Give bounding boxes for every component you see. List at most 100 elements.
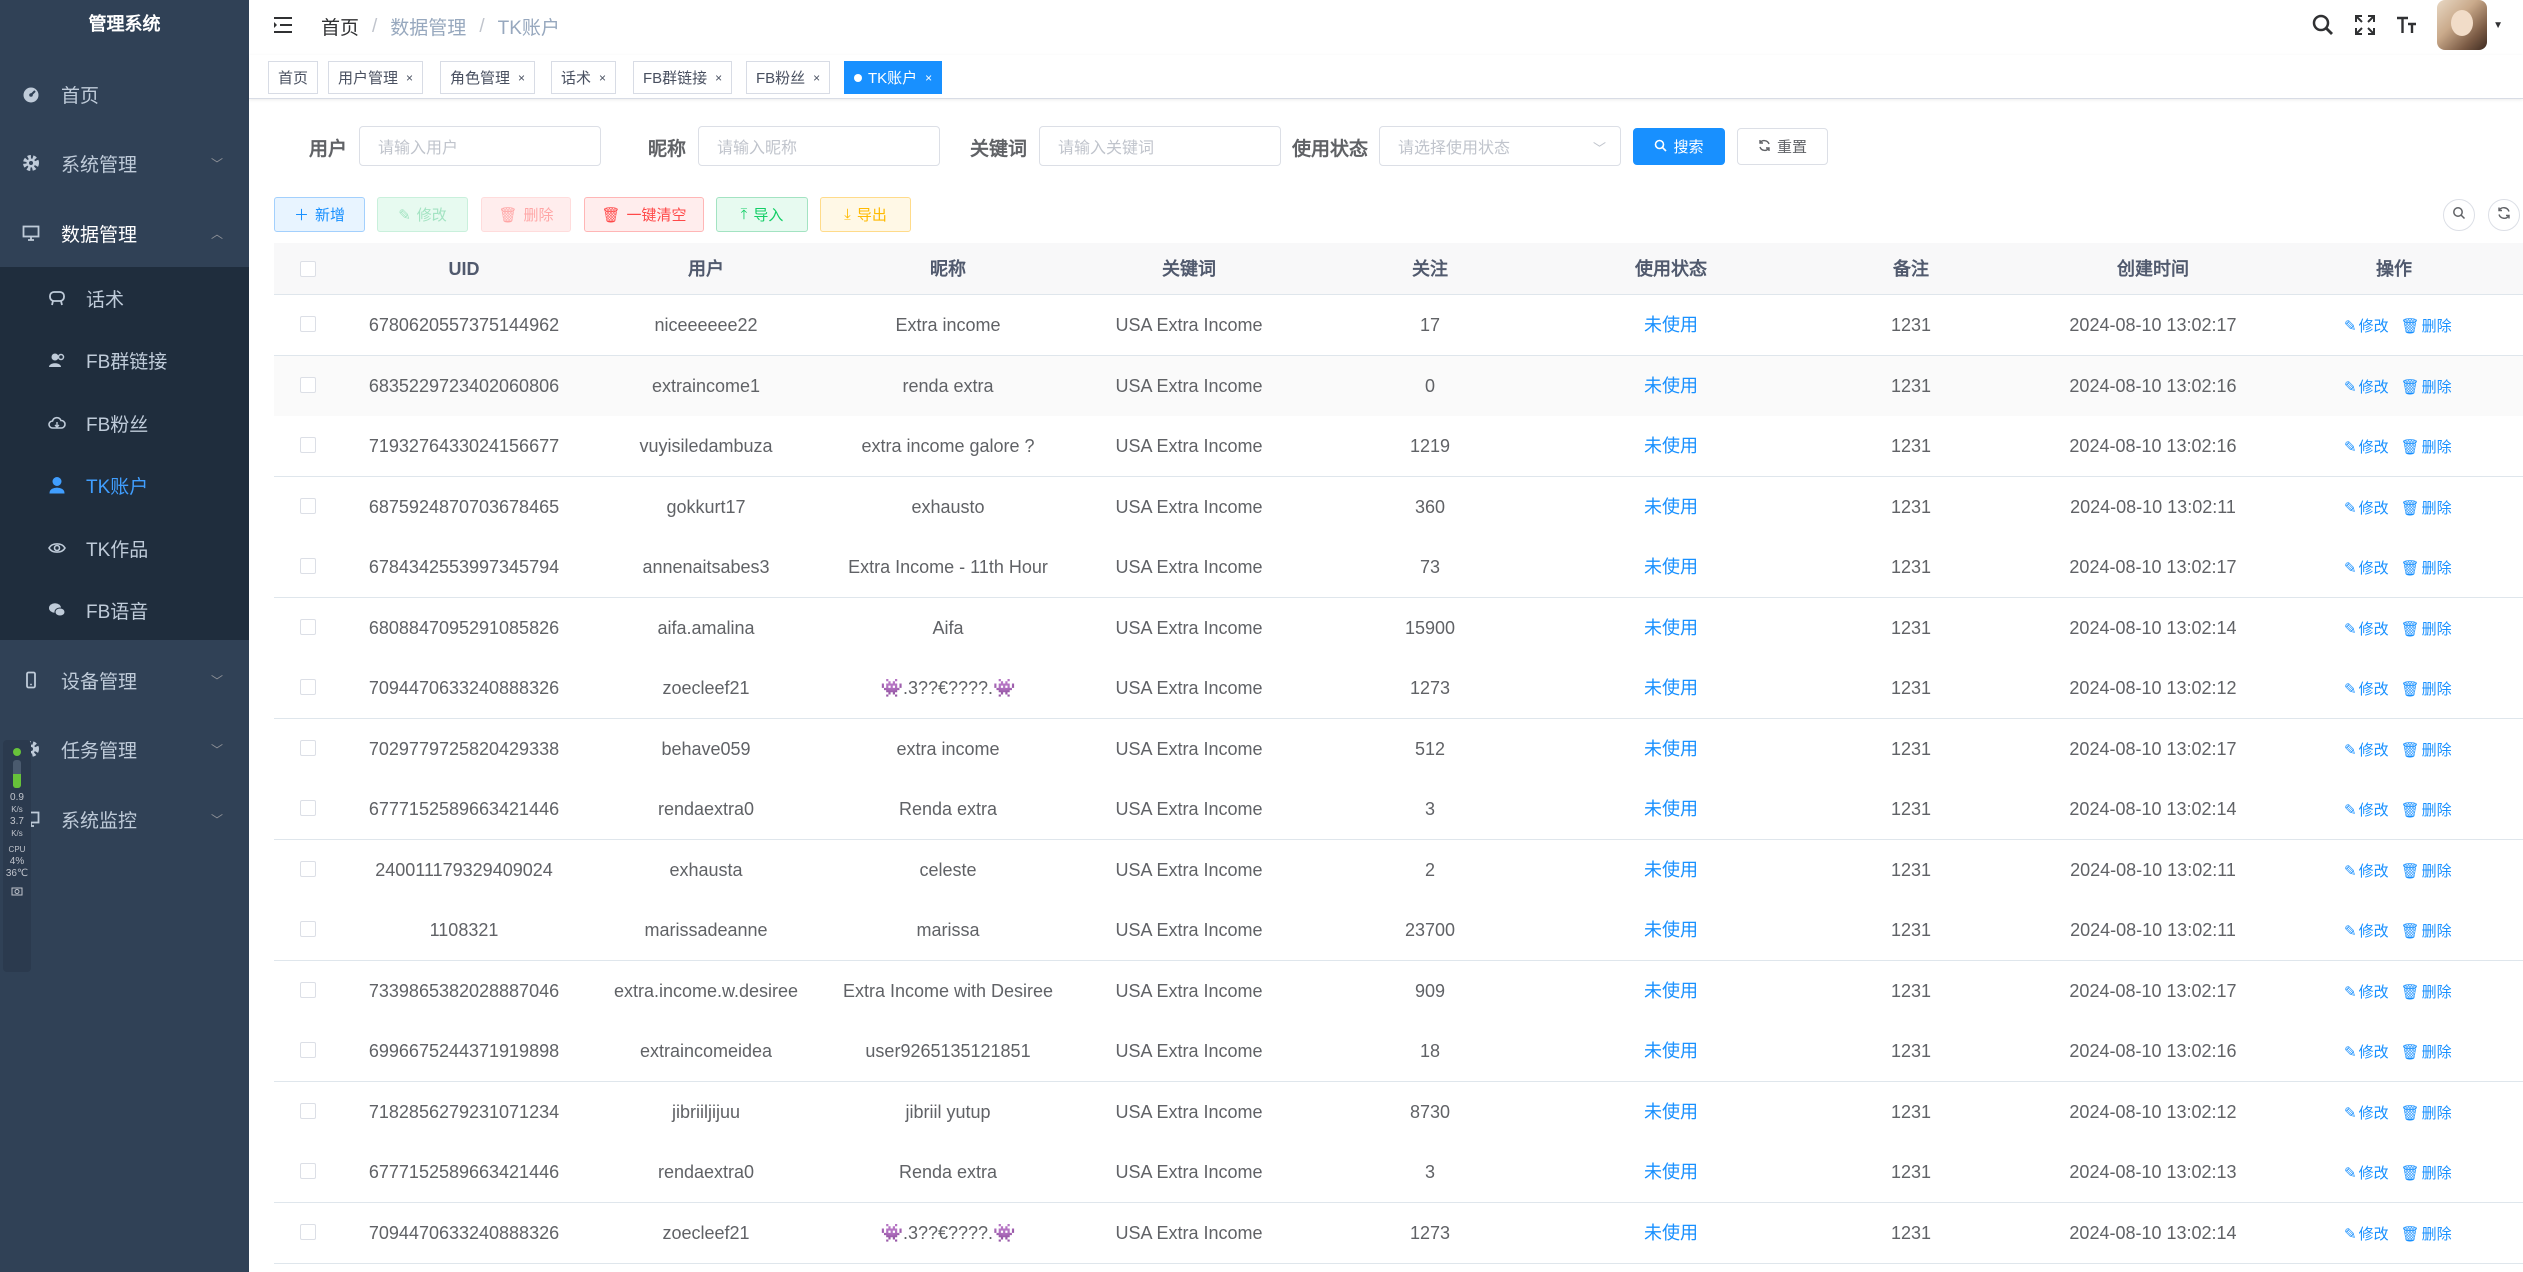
close-icon[interactable]: × — [518, 71, 525, 85]
row-checkbox[interactable] — [300, 1224, 316, 1240]
row-checkbox[interactable] — [300, 316, 316, 332]
sidebar-item-tasks[interactable]: 任务管理 ﹀ — [0, 714, 249, 784]
row-delete-link[interactable]: 🗑 删除 — [2401, 678, 2452, 699]
row-delete-link[interactable]: 🗑 删除 — [2401, 1041, 2452, 1062]
table-row[interactable]: 6835229723402060806 extraincome1 renda ext… — [274, 356, 2523, 417]
table-row[interactable]: 240011179329409024 exhausta celeste USA Ext… — [274, 840, 2523, 901]
row-edit-link[interactable]: ✎ 修改 — [2344, 497, 2389, 518]
row-checkbox[interactable] — [300, 377, 316, 393]
row-delete-link[interactable]: 🗑 删除 — [2401, 497, 2452, 518]
row-delete-link[interactable]: 🗑 删除 — [2401, 436, 2452, 457]
row-checkbox[interactable] — [300, 437, 316, 453]
row-edit-link[interactable]: ✎ 修改 — [2344, 981, 2389, 1002]
row-delete-link[interactable]: 🗑 删除 — [2401, 618, 2452, 639]
row-edit-link[interactable]: ✎ 修改 — [2344, 860, 2389, 881]
select-all-checkbox[interactable] — [300, 261, 316, 277]
delete-button[interactable]: 🗑 删除 — [481, 197, 571, 232]
table-row[interactable]: 7094470633240888326 zoecleef21 👾.3??€????.… — [274, 658, 2523, 719]
nickname-input[interactable]: 请输入昵称 — [698, 126, 940, 166]
row-delete-link[interactable]: 🗑 删除 — [2401, 860, 2452, 881]
sidebar-item-devices[interactable]: 设备管理 ﹀ — [0, 645, 249, 715]
row-checkbox[interactable] — [300, 1103, 316, 1119]
search-button[interactable]: 搜索 — [1633, 128, 1725, 165]
table-row[interactable]: 7193276433024156677 vuyisiledambuza extra … — [274, 416, 2523, 477]
row-edit-link[interactable]: ✎ 修改 — [2344, 1162, 2389, 1183]
sidebar-item-tk-accounts[interactable]: TK账户 — [0, 454, 249, 516]
user-input[interactable]: 请输入用户 — [359, 126, 601, 166]
tag-role-management[interactable]: 角色管理 × — [440, 61, 536, 94]
row-edit-link[interactable]: ✎ 修改 — [2344, 557, 2389, 578]
row-edit-link[interactable]: ✎ 修改 — [2344, 315, 2389, 336]
row-delete-link[interactable]: 🗑 删除 — [2401, 920, 2452, 941]
row-delete-link[interactable]: 🗑 删除 — [2401, 1223, 2452, 1244]
table-row[interactable]: 7094470633240888326 zoecleef21 👾.3??€????.… — [274, 1203, 2523, 1264]
close-icon[interactable]: × — [813, 71, 820, 85]
row-delete-link[interactable]: 🗑 删除 — [2401, 1102, 2452, 1123]
sidebar-item-scripts[interactable]: 话术 — [0, 267, 249, 329]
row-checkbox[interactable] — [300, 982, 316, 998]
table-row[interactable]: 7339865382028887046 extra.income.w.desire… — [274, 961, 2523, 1022]
row-checkbox[interactable] — [300, 921, 316, 937]
toggle-search-button[interactable] — [2443, 199, 2475, 231]
sidebar-item-tk-works[interactable]: TK作品 — [0, 517, 249, 579]
row-edit-link[interactable]: ✎ 修改 — [2344, 920, 2389, 941]
row-edit-link[interactable]: ✎ 修改 — [2344, 1223, 2389, 1244]
row-checkbox[interactable] — [300, 1163, 316, 1179]
close-icon[interactable]: × — [925, 71, 932, 85]
table-row[interactable]: 6784342553997345794 annenaitsabes3 Extra I… — [274, 537, 2523, 598]
tag-fb-fans[interactable]: FB粉丝 × — [746, 61, 831, 94]
table-row[interactable]: 6780620557375144962 niceeeeee22 Extra inco… — [274, 295, 2523, 356]
status-select[interactable]: 请选择使用状态 ﹀ — [1379, 126, 1621, 166]
table-row[interactable]: 7029779725820429338 behave059 extra income… — [274, 719, 2523, 780]
import-button[interactable]: ⤒ 导入 — [716, 197, 808, 232]
sidebar-item-home[interactable]: 首页 — [0, 59, 249, 129]
row-delete-link[interactable]: 🗑 删除 — [2401, 557, 2452, 578]
row-delete-link[interactable]: 🗑 删除 — [2401, 376, 2452, 397]
row-checkbox[interactable] — [300, 498, 316, 514]
row-edit-link[interactable]: ✎ 修改 — [2344, 618, 2389, 639]
row-checkbox[interactable] — [300, 558, 316, 574]
row-edit-link[interactable]: ✎ 修改 — [2344, 436, 2389, 457]
table-row[interactable]: 6875924870703678465 gokkurt17 exhausto USA … — [274, 477, 2523, 538]
edit-button[interactable]: ✎ 修改 — [377, 197, 468, 232]
hamburger-icon[interactable] — [271, 13, 295, 37]
row-edit-link[interactable]: ✎ 修改 — [2344, 799, 2389, 820]
row-delete-link[interactable]: 🗑 删除 — [2401, 1162, 2452, 1183]
camera-icon[interactable] — [3, 886, 31, 900]
reset-button[interactable]: 重置 — [1737, 128, 1828, 165]
keyword-input[interactable]: 请输入关键词 — [1039, 126, 1281, 166]
table-row[interactable]: 6777152589663421446 rendaextra0 Renda extr… — [274, 1142, 2523, 1203]
sidebar-item-fb-fans[interactable]: FB粉丝 — [0, 392, 249, 454]
row-checkbox[interactable] — [300, 679, 316, 695]
avatar[interactable] — [2437, 0, 2488, 50]
row-delete-link[interactable]: 🗑 删除 — [2401, 315, 2452, 336]
clear-all-button[interactable]: 🗑 一键清空 — [584, 197, 704, 232]
row-delete-link[interactable]: 🗑 删除 — [2401, 981, 2452, 1002]
close-icon[interactable]: × — [599, 71, 606, 85]
tag-fb-group-links[interactable]: FB群链接 × — [633, 61, 733, 94]
export-button[interactable]: ⤓ 导出 — [820, 197, 911, 232]
row-checkbox[interactable] — [300, 740, 316, 756]
table-row[interactable]: 6996675244371919898 extraincomeidea user92… — [274, 1021, 2523, 1082]
close-icon[interactable]: × — [406, 71, 413, 85]
sidebar-item-monitoring[interactable]: 系统监控 ﹀ — [0, 784, 249, 854]
tag-user-management[interactable]: 用户管理 × — [328, 61, 424, 94]
row-edit-link[interactable]: ✎ 修改 — [2344, 739, 2389, 760]
refresh-table-button[interactable] — [2488, 199, 2520, 231]
table-row[interactable]: 7182856279231071234 jibriiljijuu jibriil y… — [274, 1082, 2523, 1143]
row-edit-link[interactable]: ✎ 修改 — [2344, 376, 2389, 397]
row-delete-link[interactable]: 🗑 删除 — [2401, 799, 2452, 820]
sidebar-item-data[interactable]: 数据管理 ︿ — [0, 198, 249, 268]
row-edit-link[interactable]: ✎ 修改 — [2344, 1041, 2389, 1062]
table-row[interactable]: 6808847095291085826 aifa.amalina Aifa USA E… — [274, 598, 2523, 659]
sidebar-item-system[interactable]: 系统管理 ﹀ — [0, 128, 249, 198]
sidebar-item-fb-voice[interactable]: FB语音 — [0, 579, 249, 641]
row-checkbox[interactable] — [300, 1042, 316, 1058]
row-checkbox[interactable] — [300, 800, 316, 816]
table-row[interactable]: 6777152589663421446 rendaextra0 Renda extr… — [274, 779, 2523, 840]
tag-home[interactable]: 首页 — [268, 61, 319, 94]
fullscreen-icon[interactable] — [2351, 11, 2379, 39]
table-row[interactable]: 1108321 marissadeanne marissa USA Extra Inc… — [274, 900, 2523, 961]
search-icon[interactable] — [2309, 11, 2337, 39]
row-checkbox[interactable] — [300, 861, 316, 877]
